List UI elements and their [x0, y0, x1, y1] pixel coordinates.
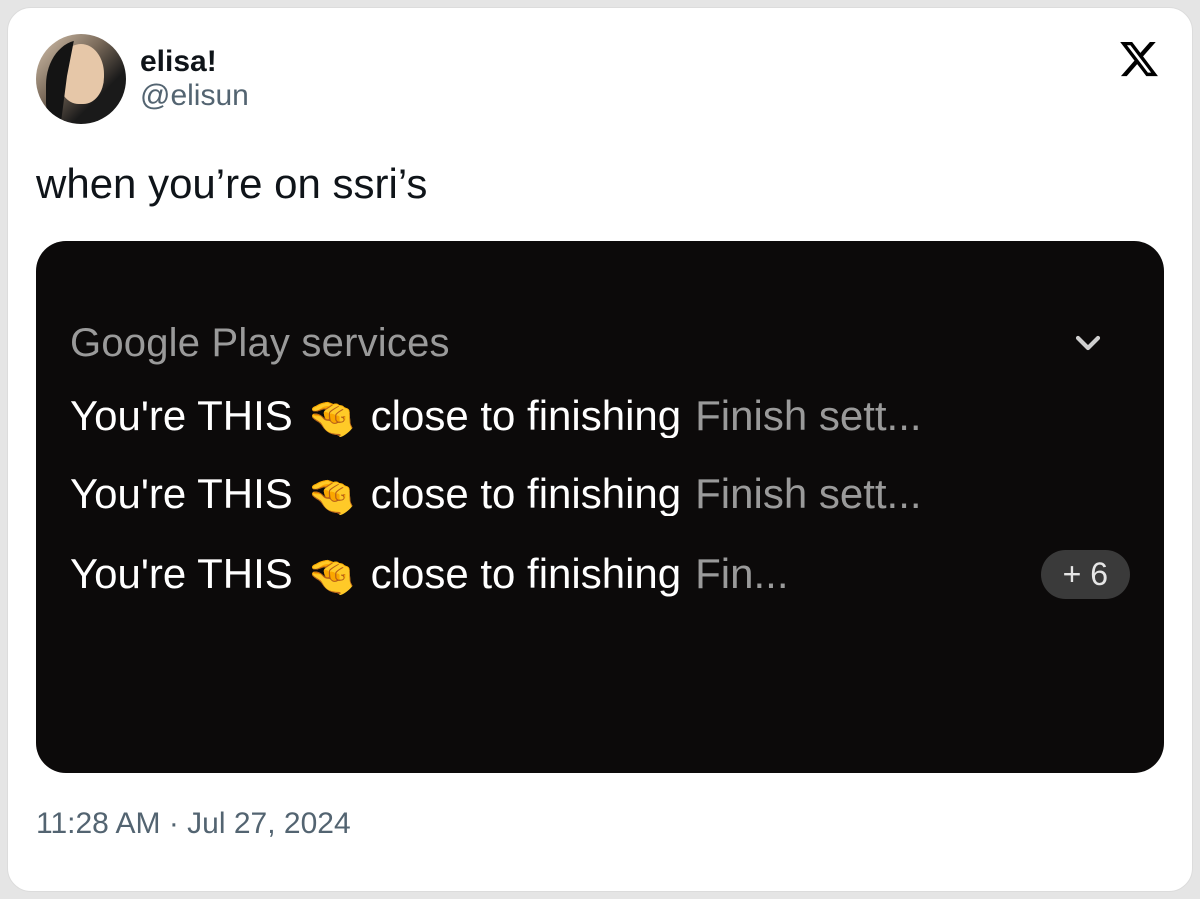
pinching-hand-icon: 🤏	[307, 476, 357, 516]
chevron-down-icon[interactable]	[1068, 323, 1108, 363]
author-names: elisa! @elisun	[140, 45, 249, 114]
display-name[interactable]: elisa!	[140, 45, 249, 80]
notification-row[interactable]: You're THIS 🤏 close to finishing Fin... …	[70, 550, 1130, 600]
x-logo-icon[interactable]	[1118, 38, 1160, 80]
notification-sub: Finish sett...	[695, 472, 921, 516]
handle[interactable]: @elisun	[140, 79, 249, 114]
notification-title-b: close to finishing	[371, 552, 682, 596]
notification-title-a: You're THIS	[70, 394, 293, 438]
notification-title-a: You're THIS	[70, 552, 293, 596]
author-block[interactable]: elisa! @elisun	[36, 34, 249, 124]
notification-sub: Finish sett...	[695, 394, 921, 438]
pinching-hand-icon: 🤏	[307, 398, 357, 438]
notification-title-b: close to finishing	[371, 394, 682, 438]
pinching-hand-icon: 🤏	[307, 556, 357, 598]
embedded-screenshot[interactable]: Google Play services You're THIS 🤏 close…	[36, 241, 1164, 773]
notification-sub: Fin...	[695, 552, 788, 596]
more-count-badge[interactable]: + 6	[1041, 550, 1130, 600]
tweet-header: elisa! @elisun	[36, 34, 1164, 124]
notification-row[interactable]: You're THIS 🤏 close to finishing Finish …	[70, 394, 1130, 438]
avatar[interactable]	[36, 34, 126, 124]
notification-app-name: Google Play services	[70, 321, 450, 366]
notification-title-a: You're THIS	[70, 472, 293, 516]
timestamp[interactable]: 11:28 AM · Jul 27, 2024	[36, 807, 1164, 841]
tweet-text: when you’re on ssri’s	[36, 158, 1164, 211]
notification-row[interactable]: You're THIS 🤏 close to finishing Finish …	[70, 472, 1130, 516]
notification-title-b: close to finishing	[371, 472, 682, 516]
notification-header: Google Play services	[70, 321, 1130, 366]
tweet-card: elisa! @elisun when you’re on ssri’s Goo…	[7, 7, 1193, 892]
